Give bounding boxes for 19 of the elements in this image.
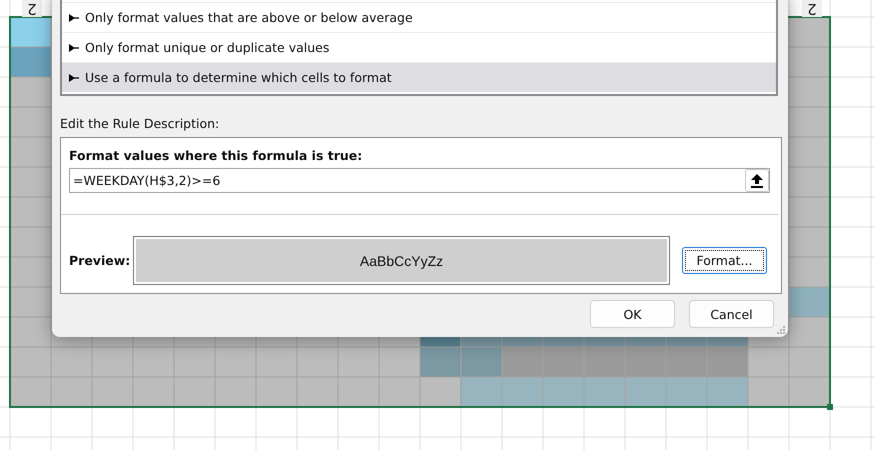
arrow-icon <box>69 74 79 82</box>
arrow-icon <box>69 44 79 52</box>
ok-button[interactable]: OK <box>590 300 675 328</box>
rule-type-list[interactable]: Only format values that are above or below average Only format unique or duplicate values Use a formula to determine which cells to format <box>60 0 778 96</box>
format-button[interactable]: Format... <box>682 247 767 274</box>
preview-label: Preview: <box>69 253 132 268</box>
column-header: 2 <box>802 0 822 17</box>
formula-input-field[interactable]: =WEEKDAY(H$3,2)>=6 <box>69 168 770 193</box>
collapse-button[interactable] <box>745 169 769 192</box>
list-item[interactable]: Use a formula to determine which cells to format <box>62 63 776 92</box>
formula-label: Format values where this formula is true: <box>69 148 364 163</box>
resize-grip-icon[interactable] <box>777 326 786 335</box>
cancel-button[interactable]: Cancel <box>689 300 774 328</box>
arrow-icon <box>69 14 79 22</box>
column-header: 2 <box>22 0 42 17</box>
upload-icon <box>751 174 763 188</box>
section-label: Edit the Rule Description: <box>60 116 220 132</box>
preview-sample: AaBbCcYyZz <box>133 236 670 285</box>
list-item[interactable]: Only format values that are above or below average <box>62 3 776 33</box>
